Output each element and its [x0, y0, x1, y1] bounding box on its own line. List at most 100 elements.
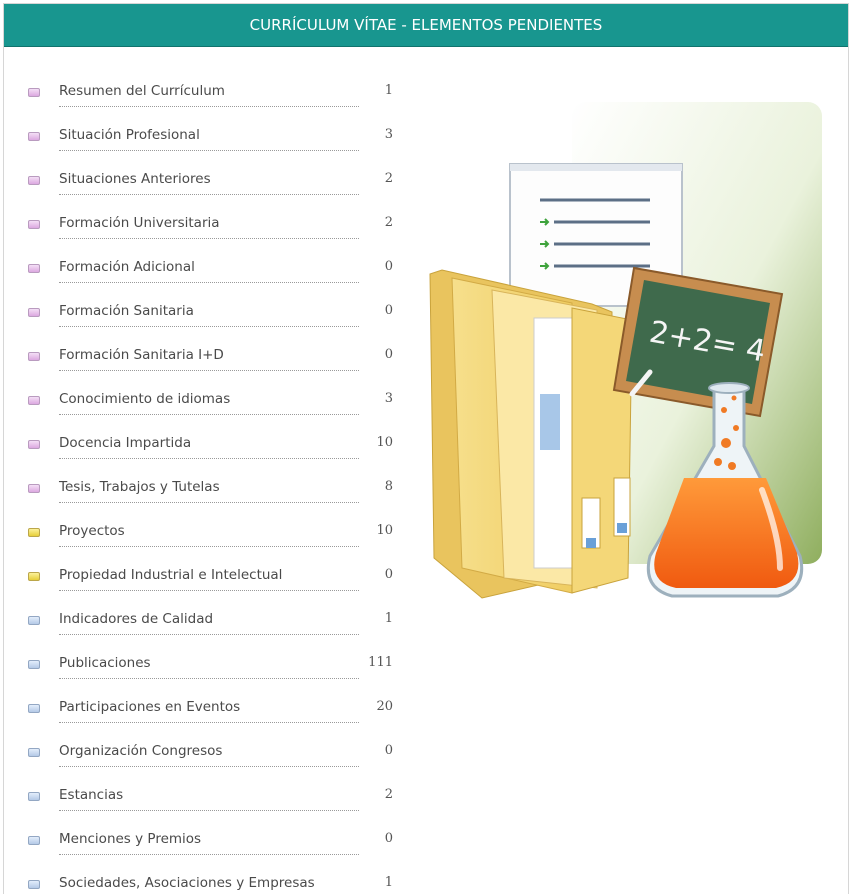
pink-bullet-icon — [28, 176, 40, 185]
dotted-divider — [59, 678, 359, 679]
curriculum-illustration: 2+2= 4 — [422, 98, 824, 608]
list-item-count: 10 — [376, 435, 393, 450]
pink-bullet-icon — [28, 220, 40, 229]
yellow-bullet-icon — [28, 572, 40, 581]
dotted-divider — [59, 458, 359, 459]
pink-bullet-icon — [28, 352, 40, 361]
list-item-count: 3 — [384, 127, 393, 142]
pending-items-panel: CURRÍCULUM VÍTAE - ELEMENTOS PENDIENTES … — [3, 3, 849, 894]
panel-header: CURRÍCULUM VÍTAE - ELEMENTOS PENDIENTES — [4, 4, 848, 47]
pink-bullet-icon — [28, 484, 40, 493]
chalkboard-icon: 2+2= 4 — [612, 266, 784, 418]
list-item-label[interactable]: Tesis, Trabajos y Tutelas — [59, 479, 220, 495]
pink-bullet-icon — [28, 88, 40, 97]
list-item[interactable]: Proyectos 10 — [25, 510, 405, 554]
blue-bullet-icon — [28, 748, 40, 757]
dotted-divider — [59, 854, 359, 855]
list-item[interactable]: Participaciones en Eventos 20 — [25, 686, 405, 730]
list-item[interactable]: Docencia Impartida 10 — [25, 422, 405, 466]
list-item-label[interactable]: Formación Adicional — [59, 259, 195, 275]
folder-icon — [429, 269, 633, 599]
list-item-label[interactable]: Propiedad Industrial e Intelectual — [59, 567, 282, 583]
list-item-label[interactable]: Situaciones Anteriores — [59, 171, 211, 187]
dotted-divider — [59, 766, 359, 767]
list-item-count: 1 — [384, 875, 393, 890]
list-item[interactable]: Situaciones Anteriores 2 — [25, 158, 405, 202]
list-item[interactable]: Situación Profesional 3 — [25, 114, 405, 158]
dotted-divider — [59, 282, 359, 283]
list-item[interactable]: Indicadores de Calidad 1 — [25, 598, 405, 642]
pink-bullet-icon — [28, 440, 40, 449]
list-item-label[interactable]: Publicaciones — [59, 655, 151, 671]
pink-bullet-icon — [28, 308, 40, 317]
list-item[interactable]: Sociedades, Asociaciones y Empresas 1 — [25, 862, 405, 894]
dotted-divider — [59, 194, 359, 195]
list-item-count: 3 — [384, 391, 393, 406]
list-item-label[interactable]: Docencia Impartida — [59, 435, 191, 451]
list-item-count: 0 — [384, 259, 393, 274]
pink-bullet-icon — [28, 396, 40, 405]
dotted-divider — [59, 150, 359, 151]
list-item[interactable]: Menciones y Premios 0 — [25, 818, 405, 862]
list-item-label[interactable]: Formación Universitaria — [59, 215, 220, 231]
blue-bullet-icon — [28, 704, 40, 713]
list-item[interactable]: Propiedad Industrial e Intelectual 0 — [25, 554, 405, 598]
pink-bullet-icon — [28, 132, 40, 141]
blue-bullet-icon — [28, 792, 40, 801]
list-item-count: 111 — [368, 655, 393, 670]
list-item-label[interactable]: Resumen del Currículum — [59, 83, 225, 99]
illustration-svg: 2+2= 4 — [429, 102, 822, 599]
dotted-divider — [59, 414, 359, 415]
list-item[interactable]: Formación Universitaria 2 — [25, 202, 405, 246]
list-item-label[interactable]: Conocimiento de idiomas — [59, 391, 230, 407]
list-item-label[interactable]: Formación Sanitaria — [59, 303, 194, 319]
list-item-count: 0 — [384, 567, 393, 582]
dotted-divider — [59, 590, 359, 591]
dotted-divider — [59, 634, 359, 635]
list-item-label[interactable]: Proyectos — [59, 523, 125, 539]
list-item-label[interactable]: Organización Congresos — [59, 743, 222, 759]
list-item-count: 8 — [384, 479, 393, 494]
list-item[interactable]: Tesis, Trabajos y Tutelas 8 — [25, 466, 405, 510]
list-item-count: 10 — [376, 523, 393, 538]
blue-bullet-icon — [28, 660, 40, 669]
list-item[interactable]: Conocimiento de idiomas 3 — [25, 378, 405, 422]
list-item-count: 0 — [384, 347, 393, 362]
list-item-count: 1 — [384, 611, 393, 626]
blue-bullet-icon — [28, 836, 40, 845]
list-item[interactable]: Formación Adicional 0 — [25, 246, 405, 290]
list-item-label[interactable]: Estancias — [59, 787, 123, 803]
list-item-count: 1 — [384, 83, 393, 98]
pink-bullet-icon — [28, 264, 40, 273]
list-item-count: 20 — [376, 699, 393, 714]
list-item-label[interactable]: Participaciones en Eventos — [59, 699, 240, 715]
dotted-divider — [59, 370, 359, 371]
list-item[interactable]: Organización Congresos 0 — [25, 730, 405, 774]
list-item-label[interactable]: Indicadores de Calidad — [59, 611, 213, 627]
dotted-divider — [59, 810, 359, 811]
dotted-divider — [59, 326, 359, 327]
panel-title: CURRÍCULUM VÍTAE - ELEMENTOS PENDIENTES — [249, 16, 603, 34]
list-item[interactable]: Formación Sanitaria 0 — [25, 290, 405, 334]
dotted-divider — [59, 722, 359, 723]
list-item-label[interactable]: Menciones y Premios — [59, 831, 201, 847]
dotted-divider — [59, 238, 359, 239]
list-item[interactable]: Resumen del Currículum 1 — [25, 70, 405, 114]
dotted-divider — [59, 546, 359, 547]
list-item[interactable]: Publicaciones 111 — [25, 642, 405, 686]
pending-items-list: Resumen del Currículum 1 Situación Profesi… — [25, 70, 405, 894]
list-item-label[interactable]: Sociedades, Asociaciones y Empresas — [59, 875, 315, 891]
list-item-count: 0 — [384, 303, 393, 318]
list-item-label[interactable]: Situación Profesional — [59, 127, 200, 143]
list-item[interactable]: Formación Sanitaria I+D 0 — [25, 334, 405, 378]
list-item[interactable]: Estancias 2 — [25, 774, 405, 818]
yellow-bullet-icon — [28, 528, 40, 537]
list-item-count: 0 — [384, 743, 393, 758]
list-item-label[interactable]: Formación Sanitaria I+D — [59, 347, 224, 363]
list-item-count: 2 — [384, 787, 393, 802]
dotted-divider — [59, 106, 359, 107]
blue-bullet-icon — [28, 616, 40, 625]
dotted-divider — [59, 502, 359, 503]
list-item-count: 2 — [384, 215, 393, 230]
list-item-count: 2 — [384, 171, 393, 186]
